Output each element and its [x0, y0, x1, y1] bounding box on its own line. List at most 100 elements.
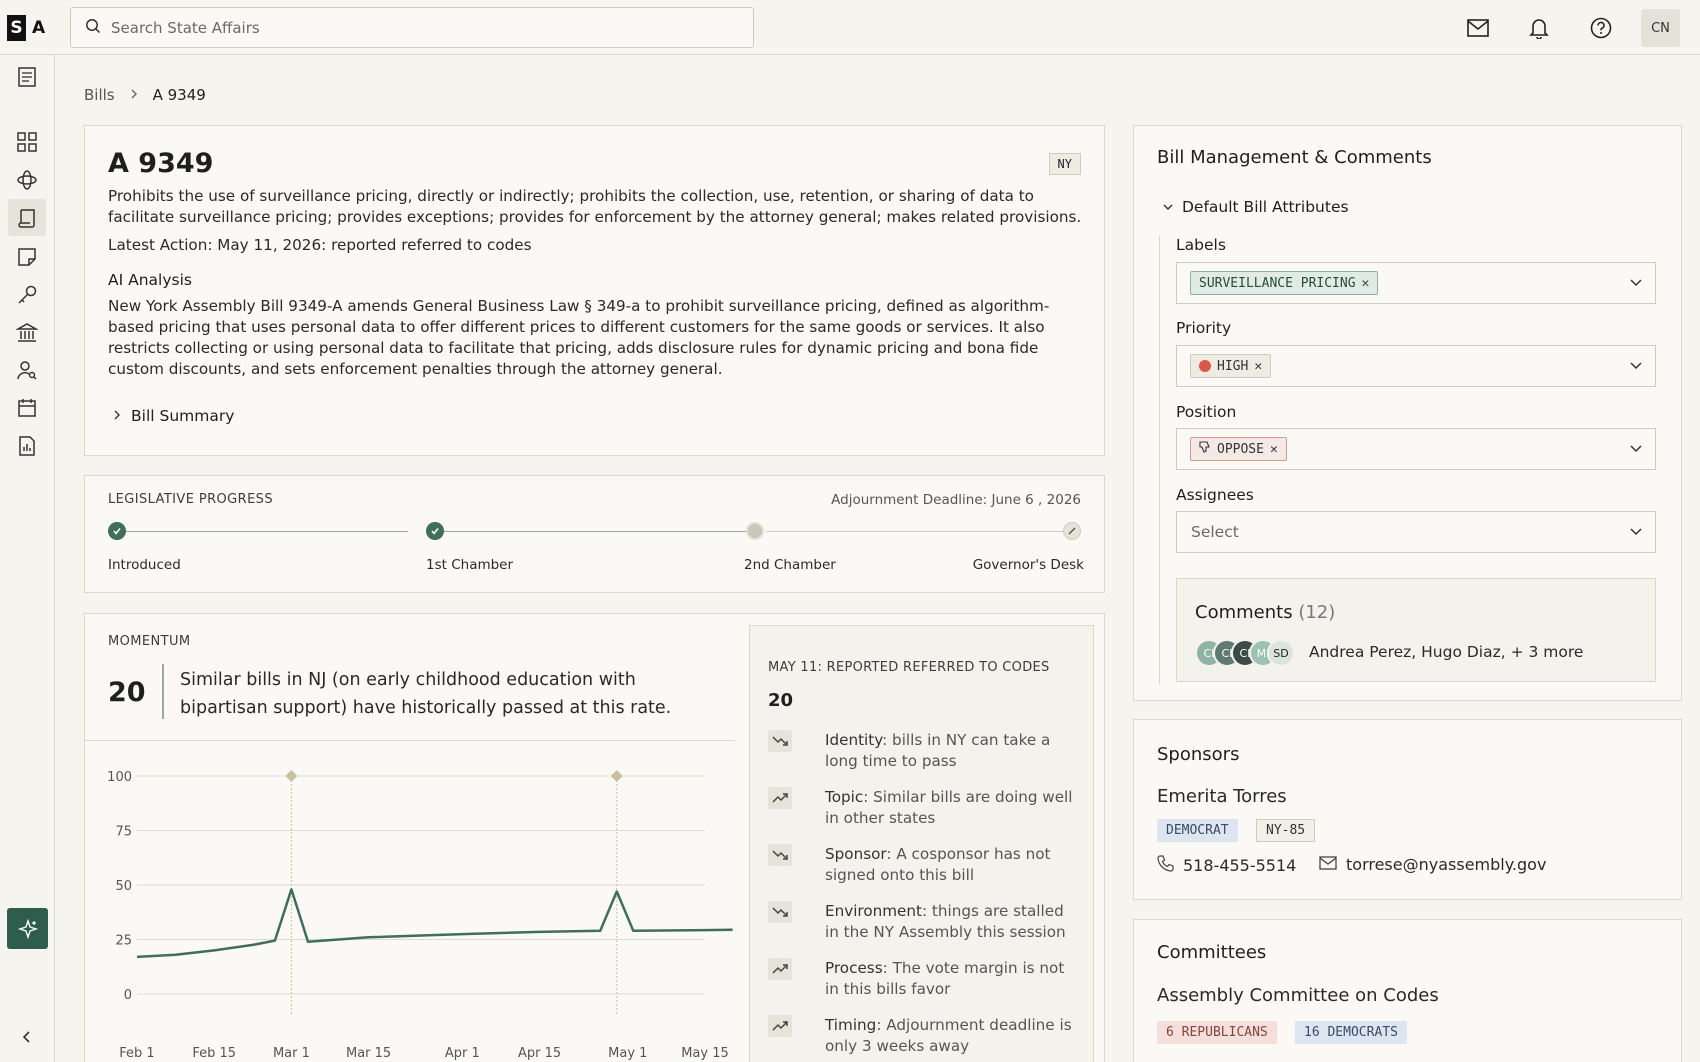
ai-assistant-button[interactable]	[7, 908, 48, 949]
momentum-factor: Topic: Similar bills are doing well in o…	[768, 787, 1088, 829]
commenter-avatars: CI CI CI MI SD	[1195, 639, 1295, 667]
logo-letter: A	[32, 18, 46, 38]
sponsor-phone[interactable]: 518-455-5514	[1157, 855, 1296, 876]
x-tick-label: Apr 15	[518, 1046, 561, 1061]
x-tick-label: Mar 1	[273, 1046, 310, 1061]
calendar-icon[interactable]	[15, 396, 39, 420]
email-address: torrese@nyassembly.gov	[1346, 855, 1547, 874]
y-tick-label: 0	[124, 988, 132, 1003]
chevron-down-icon	[1162, 198, 1174, 216]
scroll-icon[interactable]	[15, 206, 39, 230]
ai-analysis-text: New York Assembly Bill 9349-A amends Gen…	[108, 297, 1050, 378]
trend-down-icon	[768, 901, 792, 923]
phone-icon	[1157, 855, 1174, 876]
collapse-chevron-icon[interactable]	[15, 1025, 39, 1049]
progress-label: LEGISLATIVE PROGRESS	[108, 492, 273, 507]
assignees-placeholder: Select	[1191, 523, 1239, 541]
y-tick-label: 25	[115, 934, 132, 949]
logo-mark: S	[7, 15, 26, 41]
remove-position-icon[interactable]: ✕	[1270, 442, 1278, 457]
republicans-badge: 6 REPUBLICANS	[1157, 1021, 1277, 1044]
comments-count: (12)	[1298, 602, 1336, 623]
report-icon[interactable]	[15, 434, 39, 458]
democrats-badge: 16 DEMOCRATS	[1295, 1021, 1407, 1044]
momentum-factor-text: Topic: Similar bills are doing well in o…	[825, 788, 1073, 827]
chevron-right-icon	[129, 86, 139, 104]
committee-name[interactable]: Assembly Committee on Codes	[1157, 985, 1439, 1006]
newspaper-icon[interactable]	[15, 65, 39, 89]
label-chip: SURVEILLANCE PRICING ✕	[1190, 271, 1379, 295]
default-attributes-toggle[interactable]: Default Bill Attributes	[1162, 198, 1349, 216]
sparkle-icon	[17, 918, 38, 939]
capitol-icon[interactable]	[15, 321, 39, 345]
breadcrumb-bills-link[interactable]: Bills	[84, 86, 115, 104]
priority-chip-text: HIGH	[1217, 358, 1249, 374]
momentum-factor: Sponsor: A cosponsor has not signed onto…	[768, 844, 1088, 886]
adjournment-deadline: Adjournment Deadline: June 6 , 2026	[831, 492, 1081, 508]
bill-title: A 9349	[108, 148, 214, 179]
position-select[interactable]: OPPOSE ✕	[1176, 428, 1656, 470]
momentum-factor: Timing: Adjournment deadline is only 3 w…	[768, 1015, 1088, 1057]
app-logo[interactable]: S A	[7, 15, 45, 41]
stage-1st-chamber: 1st Chamber	[426, 557, 514, 573]
trend-down-icon	[768, 730, 792, 752]
momentum-factor-text: Identity: bills in NY can take a long ti…	[825, 731, 1051, 770]
event-marker-diamond	[610, 770, 623, 782]
user-avatar[interactable]: CN	[1641, 9, 1680, 47]
stage-done-check-icon	[426, 522, 444, 540]
x-tick-label: May 1	[608, 1046, 647, 1061]
mail-icon	[1319, 855, 1337, 874]
stage-governors-desk: Governor's Desk	[972, 557, 1084, 573]
commenter-avatar: SD	[1267, 639, 1295, 667]
progress-line-segment	[118, 531, 408, 532]
search-input[interactable]: Search State Affairs	[70, 7, 754, 48]
bill-summary-label: Bill Summary	[131, 407, 235, 425]
sponsor-name[interactable]: Emerita Torres	[1157, 786, 1287, 807]
top-bar: S A Search State Affairs CN	[0, 0, 1700, 55]
help-icon[interactable]	[1589, 16, 1613, 40]
assignees-select[interactable]: Select	[1176, 511, 1656, 553]
priority-label: Priority	[1176, 319, 1232, 337]
momentum-chart: 0 25 50 75 100 Feb 1 Feb 15 Mar 1 Mar 15 Apr 1 Apr…	[107, 770, 733, 1061]
trend-down-icon	[768, 844, 792, 866]
position-chip-text: OPPOSE	[1217, 441, 1264, 457]
comments-panel[interactable]: Comments (12) CI CI CI MI SD Andrea Perez, H…	[1176, 578, 1656, 682]
comments-title: Comments (12)	[1195, 602, 1335, 623]
person-search-icon[interactable]	[15, 358, 39, 382]
momentum-factor-text: Sponsor: A cosponsor has not signed onto…	[825, 845, 1051, 884]
progress-line-segment	[436, 531, 756, 532]
note-icon[interactable]	[15, 245, 39, 269]
momentum-factor-text: Environment: things are stalled in the N…	[825, 902, 1066, 941]
bill-summary-toggle[interactable]: Bill Summary	[112, 407, 234, 425]
momentum-score: 20	[108, 677, 146, 708]
bell-icon[interactable]	[1527, 16, 1551, 40]
key-icon[interactable]	[15, 283, 39, 307]
mail-icon[interactable]	[1466, 16, 1490, 40]
momentum-factors-panel: MAY 11: REPORTED REFERRED TO CODES 20 Id…	[749, 625, 1094, 1062]
divider	[85, 740, 735, 741]
committees-title: Committees	[1157, 942, 1267, 963]
momentum-label: MOMENTUM	[108, 634, 191, 649]
labels-select[interactable]: SURVEILLANCE PRICING ✕	[1176, 262, 1656, 304]
commenter-names: Andrea Perez, Hugo Diaz, + 3 more	[1309, 643, 1584, 661]
momentum-factor: Process: The vote margin is not in this …	[768, 958, 1088, 1000]
sponsors-card: Sponsors Emerita Torres DEMOCRAT NY-85 5…	[1133, 719, 1682, 900]
globe-icon[interactable]	[15, 168, 39, 192]
district-badge: NY-85	[1256, 819, 1316, 842]
labels-label: Labels	[1176, 236, 1226, 254]
stage-introduced: Introduced	[108, 557, 181, 573]
remove-label-icon[interactable]: ✕	[1362, 276, 1370, 291]
x-tick-label: Feb 15	[192, 1046, 236, 1061]
label-chip-text: SURVEILLANCE PRICING	[1199, 275, 1356, 291]
remove-priority-icon[interactable]: ✕	[1254, 359, 1262, 374]
party-badge: DEMOCRAT	[1157, 819, 1238, 842]
factors-score: 20	[768, 690, 794, 711]
sponsor-email[interactable]: torrese@nyassembly.gov	[1319, 855, 1546, 874]
thumbs-down-icon	[1199, 441, 1211, 457]
momentum-card: MOMENTUM 20 Similar bills in NJ (on earl…	[84, 613, 1105, 1062]
sidebar	[0, 55, 55, 1062]
priority-select[interactable]: HIGH ✕	[1176, 345, 1656, 387]
management-title: Bill Management & Comments	[1157, 147, 1432, 168]
dashboard-icon[interactable]	[15, 130, 39, 154]
breadcrumb-current: A 9349	[152, 86, 206, 104]
